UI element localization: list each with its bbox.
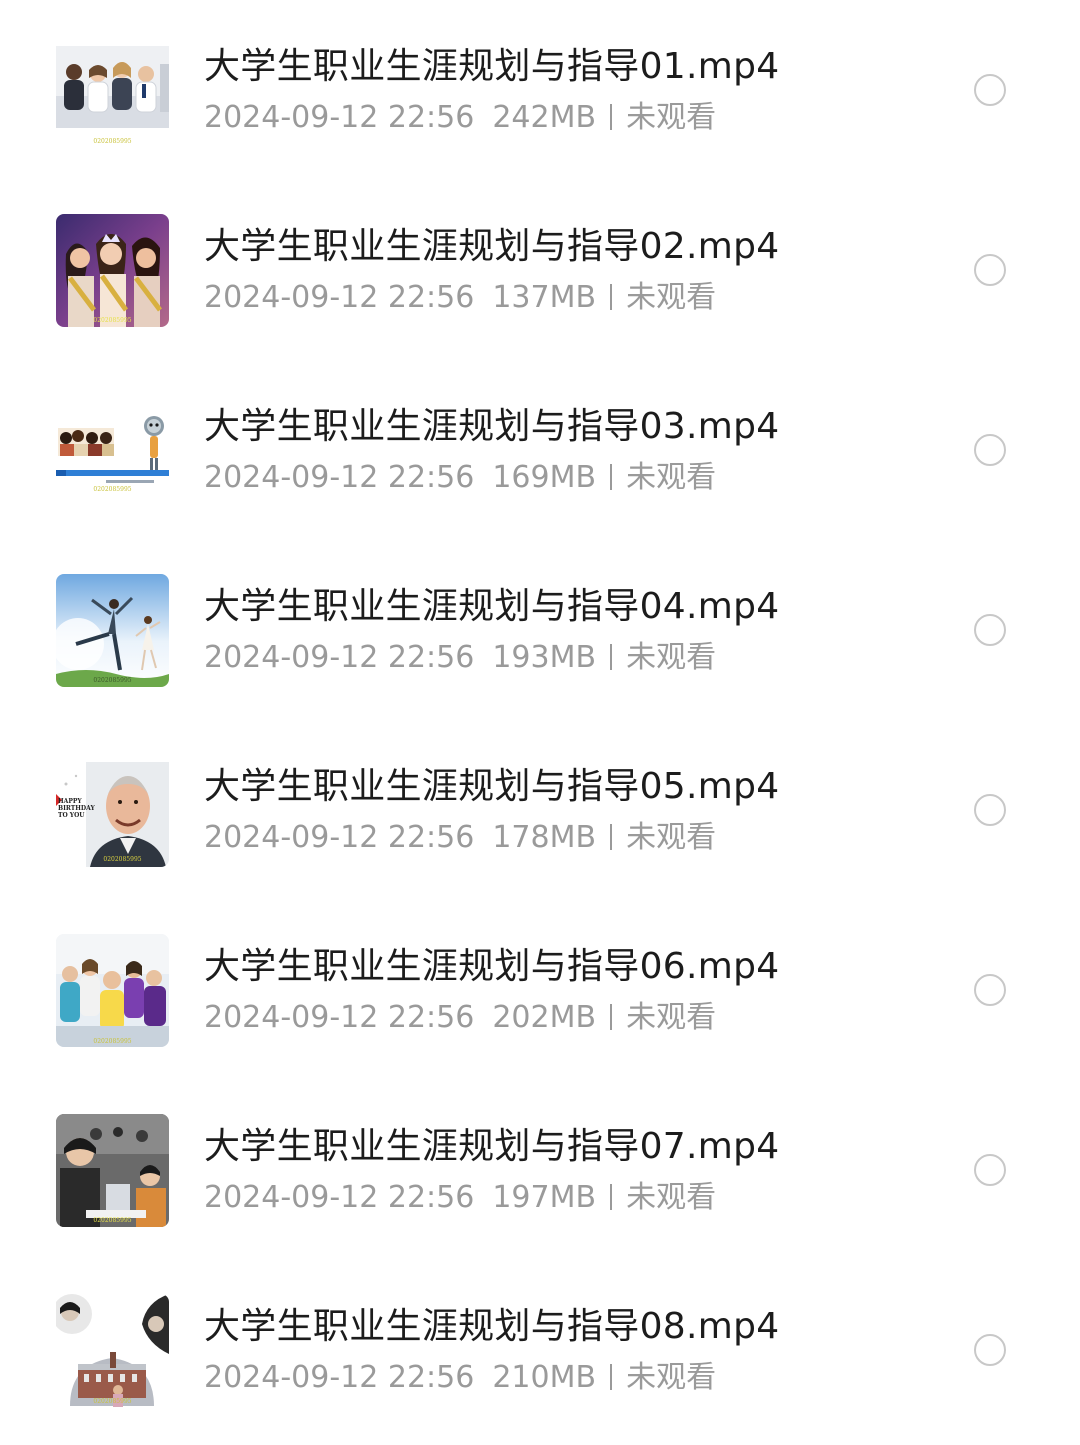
video-thumbnail: 0202085995 [56, 1114, 169, 1227]
radio-unselected-icon[interactable] [974, 794, 1006, 826]
file-size: 242MB [492, 100, 597, 135]
file-row[interactable]: 0202085995 大学生职业生涯规划与指导01.mp4 2024-09-12… [0, 0, 1080, 180]
file-meta: 2024-09-12 22:56 197MB 未观看 [204, 1176, 716, 1220]
file-row[interactable]: 0202085995 大学生职业生涯规划与指导07.mp4 2024-09-12… [0, 1080, 1080, 1260]
watch-status: 未观看 [626, 1360, 717, 1395]
watch-status: 未观看 [626, 460, 717, 495]
file-size: 202MB [492, 1000, 597, 1035]
friends-group-thumbnail [56, 934, 169, 1047]
file-size: 210MB [492, 1360, 597, 1395]
radio-unselected-icon[interactable] [974, 614, 1006, 646]
pageant-photo-thumbnail [56, 214, 169, 327]
thumbnail-watermark: 0202085995 [93, 1398, 132, 1405]
meta-divider [610, 284, 613, 310]
file-date: 2024-09-12 22:56 [204, 1360, 475, 1395]
watch-status: 未观看 [626, 280, 717, 315]
thumbnail-watermark: 0202085995 [93, 317, 132, 324]
file-row[interactable]: 0202085995 大学生职业生涯规划与指导08.mp4 2024-09-12… [0, 1260, 1080, 1440]
thumbnail-caption: HAPPY BIRTHDAY TO YOU [58, 798, 95, 819]
file-date: 2024-09-12 22:56 [204, 820, 475, 855]
file-meta: 2024-09-12 22:56 210MB 未观看 [204, 1356, 716, 1400]
radio-unselected-icon[interactable] [974, 1334, 1006, 1366]
meta-divider [610, 1184, 613, 1210]
thumbnail-watermark: 0202085995 [93, 1038, 132, 1045]
radio-unselected-icon[interactable] [974, 434, 1006, 466]
file-size: 197MB [492, 1180, 597, 1215]
thumbnail-watermark: 0202085995 [93, 486, 132, 493]
meta-divider [610, 1004, 613, 1030]
video-file-list: 0202085995 大学生职业生涯规划与指导01.mp4 2024-09-12… [0, 0, 1080, 1445]
file-date: 2024-09-12 22:56 [204, 1000, 475, 1035]
file-name[interactable]: 大学生职业生涯规划与指导06.mp4 [204, 941, 779, 993]
video-thumbnail: 0202085995 [56, 574, 169, 687]
thumbnail-watermark: 0202085995 [93, 677, 132, 684]
file-meta: 2024-09-12 22:56 169MB 未观看 [204, 456, 716, 500]
meta-divider [610, 104, 613, 130]
file-date: 2024-09-12 22:56 [204, 100, 475, 135]
watch-status: 未观看 [626, 1000, 717, 1035]
file-name[interactable]: 大学生职业生涯规划与指导04.mp4 [204, 581, 779, 633]
file-date: 2024-09-12 22:56 [204, 460, 475, 495]
file-size: 193MB [492, 640, 597, 675]
file-meta: 2024-09-12 22:56 137MB 未观看 [204, 276, 716, 320]
file-date: 2024-09-12 22:56 [204, 280, 475, 315]
file-date: 2024-09-12 22:56 [204, 1180, 475, 1215]
file-row[interactable]: 0202085995 大学生职业生涯规划与指导03.mp4 2024-09-12… [0, 360, 1080, 540]
file-name[interactable]: 大学生职业生涯规划与指导05.mp4 [204, 761, 779, 813]
file-meta: 2024-09-12 22:56 178MB 未观看 [204, 816, 716, 860]
meta-divider [610, 644, 613, 670]
video-thumbnail: 0202085995 [56, 934, 169, 1047]
radio-unselected-icon[interactable] [974, 1154, 1006, 1186]
radio-unselected-icon[interactable] [974, 254, 1006, 286]
file-name[interactable]: 大学生职业生涯规划与指导02.mp4 [204, 221, 779, 273]
thumbnail-watermark: 0202085995 [93, 1217, 132, 1224]
file-meta: 2024-09-12 22:56 242MB 未观看 [204, 96, 716, 140]
file-name[interactable]: 大学生职业生涯规划与指导07.mp4 [204, 1121, 779, 1173]
video-thumbnail: 0202085995 [56, 34, 169, 147]
file-row[interactable]: 0202085995 大学生职业生涯规划与指导02.mp4 2024-09-12… [0, 180, 1080, 360]
watch-status: 未观看 [626, 100, 717, 135]
file-date: 2024-09-12 22:56 [204, 640, 475, 675]
thumbnail-watermark: 0202085995 [93, 138, 132, 145]
file-size: 169MB [492, 460, 597, 495]
meta-divider [610, 464, 613, 490]
file-name[interactable]: 大学生职业生涯规划与指导08.mp4 [204, 1301, 779, 1353]
file-meta: 2024-09-12 22:56 202MB 未观看 [204, 996, 716, 1040]
video-thumbnail: 0202085995 [56, 1294, 169, 1407]
file-name[interactable]: 大学生职业生涯规划与指导03.mp4 [204, 401, 779, 453]
file-meta: 2024-09-12 22:56 193MB 未观看 [204, 636, 716, 680]
group-photo-thumbnail [56, 34, 169, 147]
file-size: 137MB [492, 280, 597, 315]
file-row[interactable]: 0202085995 大学生职业生涯规划与指导06.mp4 2024-09-12… [0, 900, 1080, 1080]
file-row[interactable]: 0202085995 大学生职业生涯规划与指导04.mp4 2024-09-12… [0, 540, 1080, 720]
watch-status: 未观看 [626, 1180, 717, 1215]
video-thumbnail: 0202085995 [56, 214, 169, 327]
classroom-thumbnail [56, 1114, 169, 1227]
radio-unselected-icon[interactable] [974, 74, 1006, 106]
watch-status: 未观看 [626, 820, 717, 855]
meta-divider [610, 824, 613, 850]
file-size: 178MB [492, 820, 597, 855]
file-row[interactable]: HAPPY BIRTHDAY TO YOU 0202085995 大学生职业生涯… [0, 720, 1080, 900]
file-name[interactable]: 大学生职业生涯规划与指导01.mp4 [204, 41, 779, 93]
campus-collage-thumbnail [56, 1294, 169, 1407]
watch-status: 未观看 [626, 640, 717, 675]
meta-divider [610, 1364, 613, 1390]
radio-unselected-icon[interactable] [974, 974, 1006, 1006]
thumbnail-watermark: 0202085995 [103, 856, 142, 863]
video-thumbnail: 0202085995 [56, 394, 169, 507]
video-thumbnail: HAPPY BIRTHDAY TO YOU 0202085995 [56, 754, 169, 867]
leaping-people-thumbnail [56, 574, 169, 687]
